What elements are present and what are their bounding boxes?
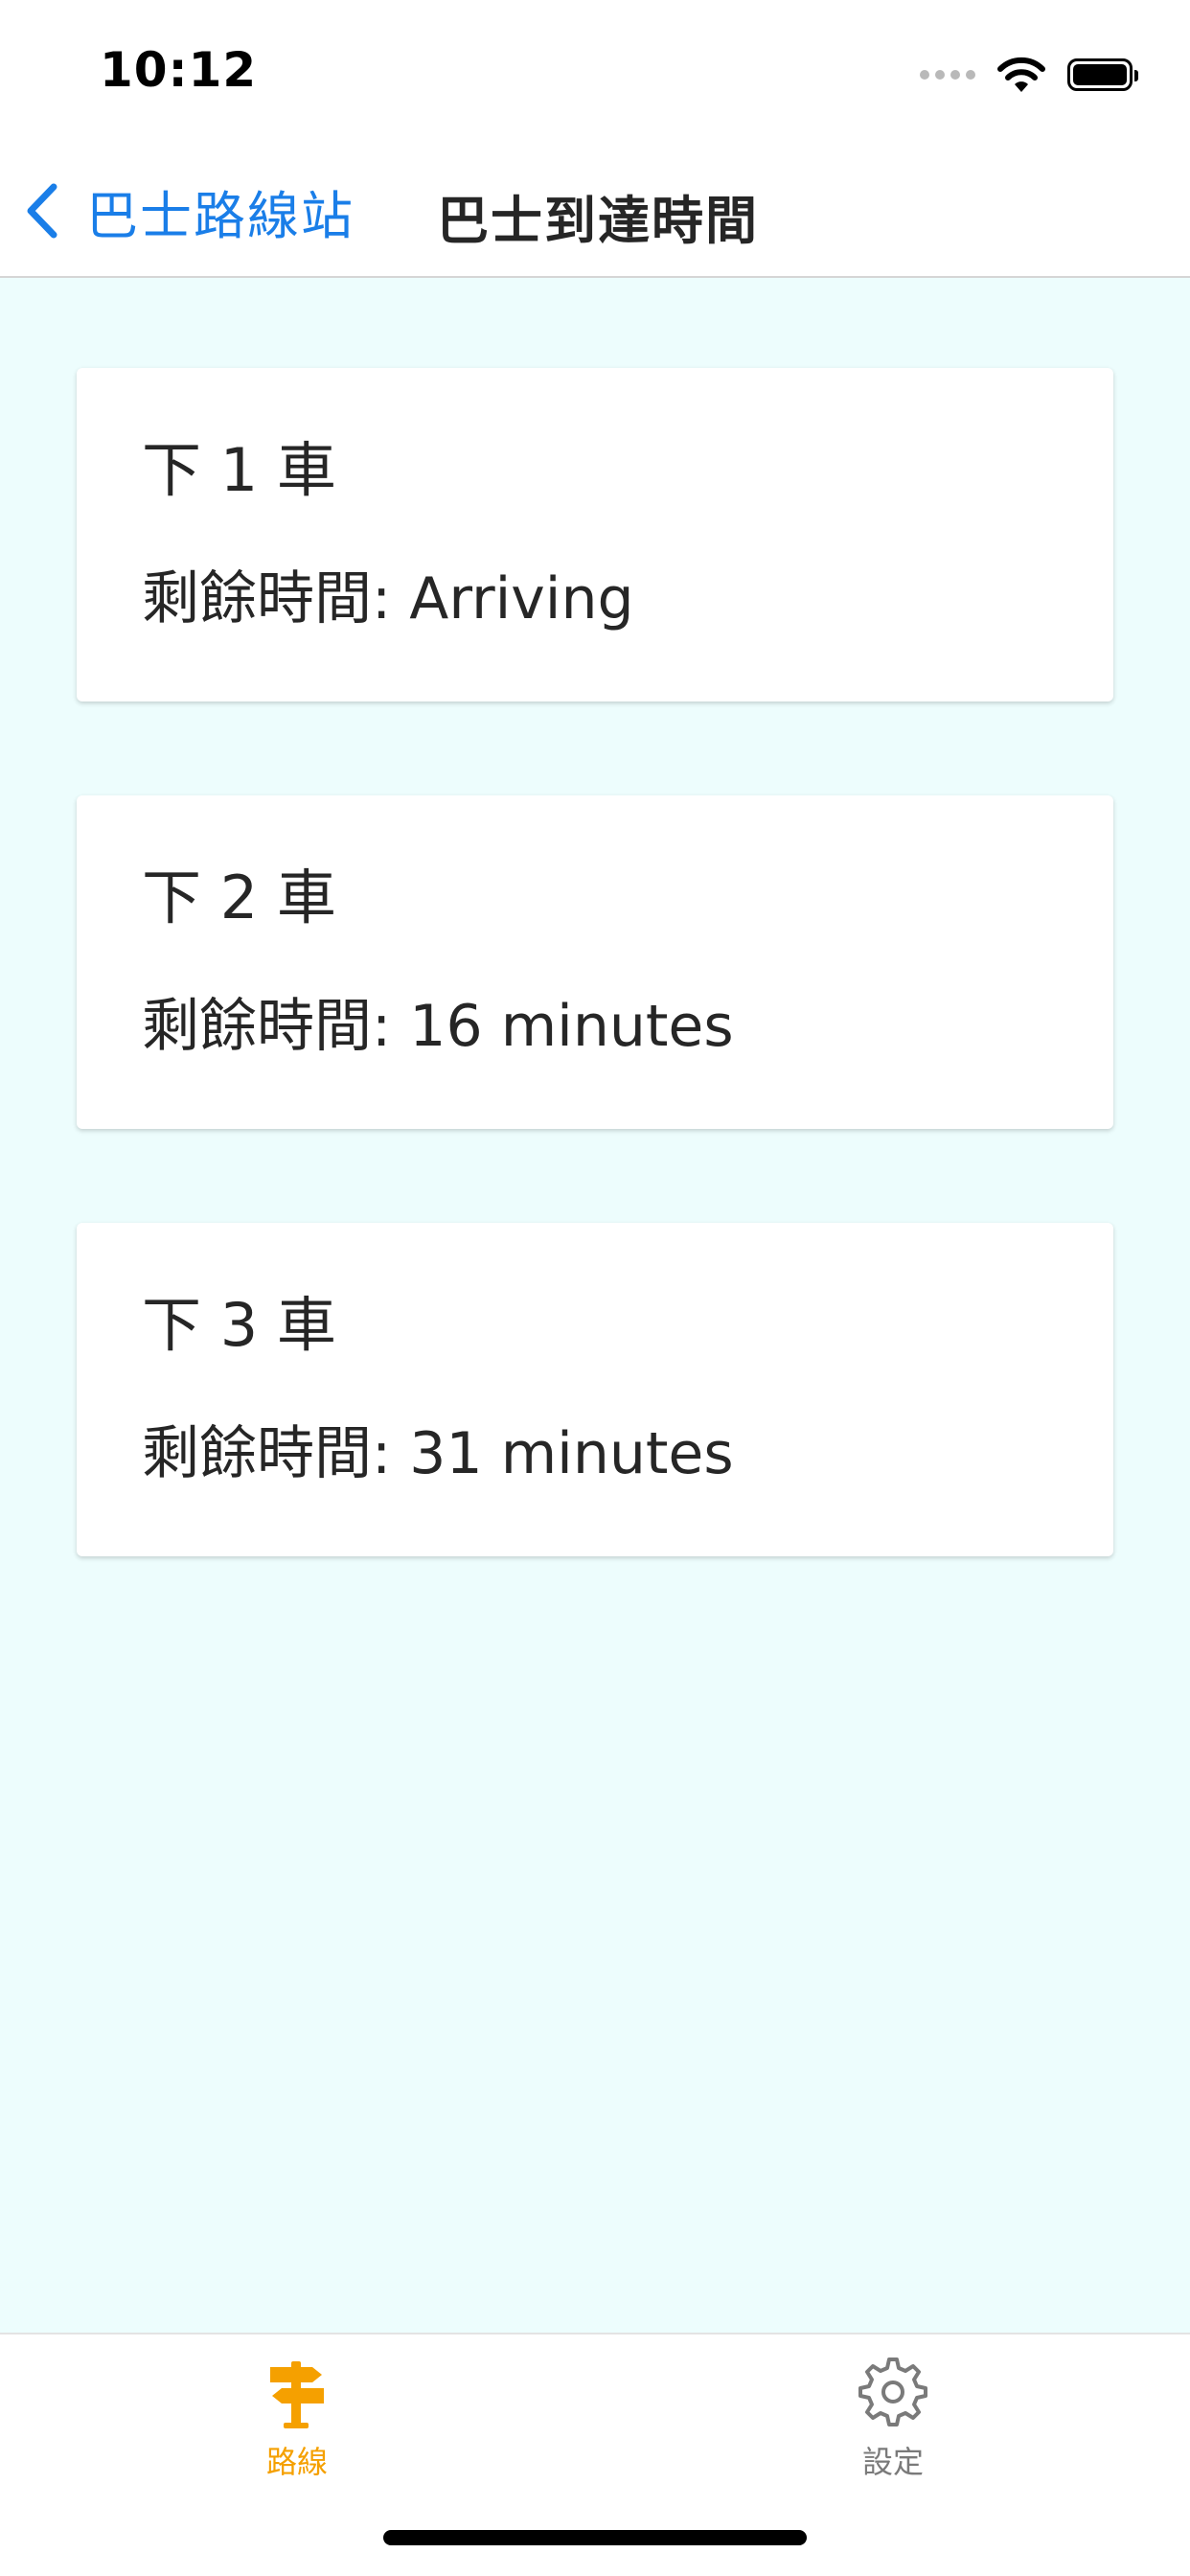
arrival-card-title: 下 3 車: [142, 1290, 336, 1360]
battery-icon: [1067, 58, 1138, 91]
arrival-card-remaining-time: 剩餘時間: Arriving: [142, 565, 634, 632]
status-icons: [920, 54, 1138, 96]
back-button[interactable]: 巴士路線站: [23, 172, 355, 249]
tab-settings-label: 設定: [861, 2444, 924, 2480]
arrival-list: 下 1 車 剩餘時間: Arriving 下 2 車 剩餘時間: 16 minu…: [0, 278, 1190, 2333]
bus-arrival-screen: 10:12 巴士路線站 巴士到達時間 下 1 車 剩餘時間: Arriving: [0, 0, 1190, 2576]
status-time: 10:12: [100, 42, 258, 98]
tab-routes-label: 路線: [265, 2444, 328, 2480]
arrival-card-title: 下 1 車: [142, 435, 336, 505]
arrival-card-title: 下 2 車: [142, 862, 336, 932]
cellular-signal-icon: [920, 70, 975, 80]
navigation-bar: 巴士路線站 巴士到達時間: [0, 144, 1190, 278]
home-indicator: [383, 2530, 807, 2545]
arrival-card-remaining-time: 剩餘時間: 31 minutes: [142, 1420, 734, 1487]
arrival-card-remaining-time: 剩餘時間: 16 minutes: [142, 993, 734, 1060]
tab-routes[interactable]: 路線: [220, 2354, 374, 2497]
arrival-card: 下 3 車 剩餘時間: 31 minutes: [77, 1223, 1113, 1556]
page-title: 巴士到達時間: [437, 191, 759, 251]
arrival-card: 下 1 車 剩餘時間: Arriving: [77, 368, 1113, 702]
chevron-left-icon: [27, 183, 57, 239]
tab-settings[interactable]: 設定: [816, 2354, 970, 2497]
signpost-icon: [270, 2361, 324, 2428]
arrival-card: 下 2 車 剩餘時間: 16 minutes: [77, 795, 1113, 1129]
wifi-icon: [997, 57, 1045, 92]
back-button-label: 巴士路線站: [86, 185, 355, 246]
status-bar: 10:12: [0, 0, 1190, 144]
gear-icon: [858, 2358, 927, 2426]
